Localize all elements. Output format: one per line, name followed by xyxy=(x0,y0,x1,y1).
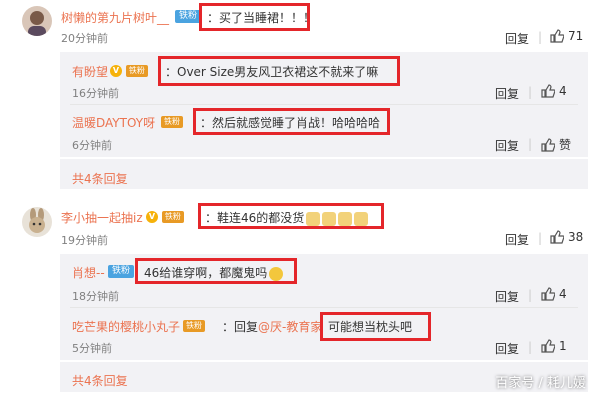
fan-badge-icon: 铁粉 xyxy=(108,265,135,278)
reply-time: 5分钟前 xyxy=(72,342,112,355)
separator: | xyxy=(528,288,533,302)
fan-badge-icon: 铁粉 xyxy=(125,64,148,77)
fan-badge-icon: 铁粉 xyxy=(161,210,184,223)
separator: | xyxy=(538,30,543,44)
like-thumb-icon xyxy=(541,287,555,301)
reply-button[interactable]: 回复 xyxy=(495,137,519,154)
reply-username[interactable]: 有盼望 xyxy=(72,63,108,80)
reply-username[interactable]: 吃芒果的樱桃小丸子 xyxy=(72,318,180,335)
reply-time: 6分钟前 xyxy=(72,139,112,152)
like-button[interactable]: 4 xyxy=(541,287,567,301)
reply-button[interactable]: 回复 xyxy=(505,231,529,248)
fan-badge-icon: 铁粉 xyxy=(183,319,205,332)
highlight-box xyxy=(193,108,390,135)
reply-button[interactable]: 回复 xyxy=(495,340,519,357)
more-replies-link[interactable]: 共4条回复 xyxy=(72,170,128,187)
reply-username[interactable]: 温暖DAYTOY呀 xyxy=(72,114,155,131)
comment-username[interactable]: 树懒的第九片树叶__ xyxy=(61,9,169,26)
highlight-box xyxy=(198,203,384,229)
comment-username[interactable]: 李小抽一起抽iz xyxy=(61,209,143,226)
reply-username[interactable]: 肖想-- xyxy=(72,264,105,281)
highlight-box xyxy=(199,3,310,31)
divider xyxy=(70,307,578,308)
verified-icon: V xyxy=(146,210,158,223)
like-button[interactable]: 1 xyxy=(541,339,567,353)
more-replies-row xyxy=(60,159,588,189)
avatar[interactable] xyxy=(22,207,52,237)
divider xyxy=(70,104,578,105)
mention-link[interactable]: @厌-教育家 xyxy=(258,318,322,335)
like-thumb-icon xyxy=(541,339,555,353)
highlight-box xyxy=(158,56,400,86)
watermark: 百家号 / 耗儿媛 xyxy=(495,376,586,391)
comment-time: 20分钟前 xyxy=(61,32,108,45)
avatar-image xyxy=(28,11,46,36)
reply-button[interactable]: 回复 xyxy=(495,85,519,102)
avatar-image xyxy=(29,208,45,233)
reply-time: 18分钟前 xyxy=(72,290,119,303)
highlight-box xyxy=(135,258,297,284)
like-button[interactable]: 71 xyxy=(550,29,583,43)
more-replies-link[interactable]: 共4条回复 xyxy=(72,372,128,389)
separator: | xyxy=(538,231,543,245)
like-thumb-icon xyxy=(550,230,564,244)
reply-button[interactable]: 回复 xyxy=(505,30,529,47)
reply-time: 16分钟前 xyxy=(72,87,119,100)
separator: | xyxy=(528,340,533,354)
reply-text-prefix: ：回复 xyxy=(222,320,259,334)
like-button[interactable]: 赞 xyxy=(541,136,571,153)
avatar[interactable] xyxy=(22,6,52,36)
reply-button[interactable]: 回复 xyxy=(495,288,519,305)
separator: | xyxy=(528,137,533,151)
like-button[interactable]: 38 xyxy=(550,230,583,244)
separator: | xyxy=(528,85,533,99)
fan-badge-icon: 铁粉 xyxy=(161,115,183,128)
like-button[interactable]: 4 xyxy=(541,84,567,98)
highlight-box xyxy=(320,312,431,341)
verified-icon: V xyxy=(110,64,122,77)
comment-time: 19分钟前 xyxy=(61,234,108,247)
like-thumb-icon xyxy=(541,137,555,152)
like-thumb-icon xyxy=(550,29,564,43)
fan-badge-icon: 铁粉 xyxy=(175,10,202,23)
like-thumb-icon xyxy=(541,84,555,98)
